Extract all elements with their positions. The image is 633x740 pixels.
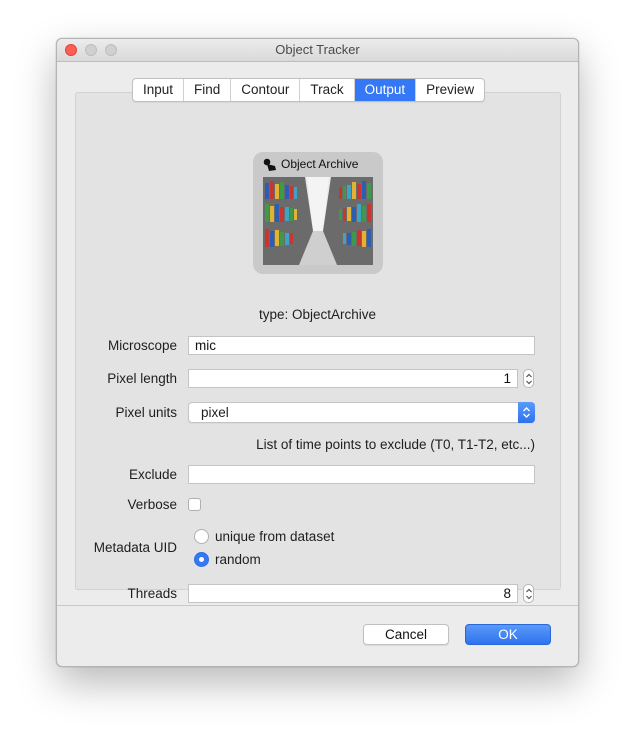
pixel-units-select[interactable]: pixel [188, 402, 535, 423]
cancel-button[interactable]: Cancel [363, 624, 449, 645]
tab-find[interactable]: Find [184, 79, 232, 101]
module-title: Object Archive [281, 157, 359, 171]
pixel-units-label: Pixel units [115, 405, 177, 420]
tab-preview[interactable]: Preview [416, 79, 484, 101]
ok-button[interactable]: OK [465, 624, 551, 645]
pixel-length-label: Pixel length [107, 371, 177, 386]
verbose-label: Verbose [127, 497, 177, 512]
minimize-window-button[interactable] [85, 44, 97, 56]
threads-label: Threads [127, 586, 177, 601]
metadata-uid-label: Metadata UID [93, 540, 177, 555]
verbose-checkbox[interactable] [188, 498, 201, 511]
exclude-hint: List of time points to exclude (T0, T1-T… [256, 437, 535, 452]
dialog-content: Input Find Contour Track Output Preview … [57, 62, 578, 606]
tab-bar: Input Find Contour Track Output Preview [132, 78, 486, 102]
tab-track[interactable]: Track [300, 79, 355, 101]
threads-stepper[interactable] [523, 584, 534, 603]
threads-field[interactable]: 8 [188, 584, 518, 603]
module-icon-card: Object Archive [253, 152, 383, 274]
window-title: Object Tracker [275, 42, 360, 57]
title-bar[interactable]: Object Tracker [57, 39, 578, 62]
dialog-window: Object Tracker Input Find Contour Track … [56, 38, 579, 667]
pixel-length-field[interactable]: 1 [188, 369, 518, 388]
pixel-units-value: pixel [201, 405, 229, 420]
exclude-field[interactable] [188, 465, 535, 484]
tab-output[interactable]: Output [354, 79, 417, 101]
close-window-button[interactable] [65, 44, 77, 56]
radio-random[interactable] [194, 552, 209, 567]
chevron-updown-icon[interactable] [518, 402, 535, 423]
radio-unique-from-dataset-label[interactable]: unique from dataset [215, 529, 334, 544]
zoom-window-button[interactable] [105, 44, 117, 56]
exclude-label: Exclude [128, 467, 177, 482]
module-type: type: ObjectArchive [258, 307, 377, 322]
pixel-length-stepper[interactable] [523, 369, 534, 388]
tab-contour[interactable]: Contour [231, 79, 301, 101]
microscope-label: Microscope [107, 338, 177, 353]
library-image [263, 177, 373, 265]
microscope-field[interactable]: mic [188, 336, 535, 355]
radio-random-label[interactable]: random [215, 552, 261, 567]
tab-input[interactable]: Input [133, 79, 185, 101]
radio-unique-from-dataset[interactable] [194, 529, 209, 544]
